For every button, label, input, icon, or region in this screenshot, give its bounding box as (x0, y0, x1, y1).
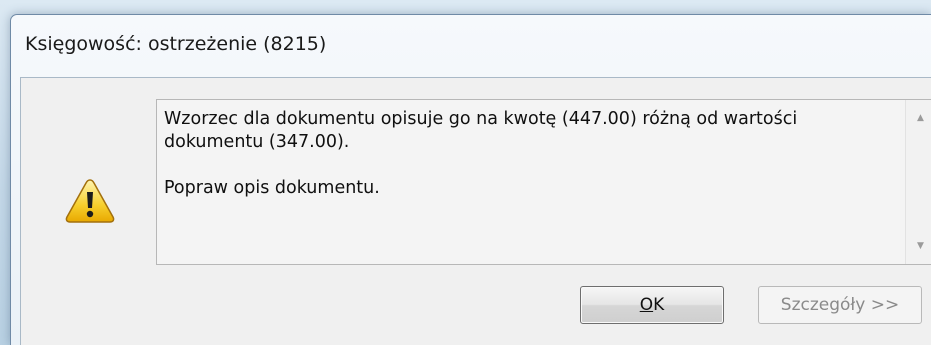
details-button[interactable]: Szczegóły >> (758, 286, 922, 324)
dialog-title: Księgowość: ostrzeżenie (8215) (25, 33, 327, 55)
ok-accelerator: O (639, 295, 654, 315)
warning-icon (65, 179, 115, 223)
message-box: Wzorzec dla dokumentu opisuje go na kwot… (156, 99, 931, 265)
title-bar[interactable]: Księgowość: ostrzeżenie (8215) (11, 15, 931, 77)
vertical-scrollbar[interactable]: ▲ ▼ (905, 100, 931, 264)
dialog-client-area: Wzorzec dla dokumentu opisuje go na kwot… (20, 77, 931, 345)
scroll-up-arrow-icon[interactable]: ▲ (906, 106, 931, 130)
message-line: Popraw opis dokumentu. (164, 178, 380, 198)
ok-label: K (653, 295, 665, 315)
message-line: dokumentu (347.00). (164, 132, 350, 152)
warning-dialog: Księgowość: ostrzeżenie (8215) Wzorzec d… (10, 14, 931, 345)
message-text: Wzorzec dla dokumentu opisuje go na kwot… (164, 108, 884, 200)
ok-button[interactable]: OK (580, 286, 724, 324)
message-line: Wzorzec dla dokumentu opisuje go na kwot… (164, 109, 798, 129)
scroll-down-arrow-icon[interactable]: ▼ (906, 234, 931, 258)
